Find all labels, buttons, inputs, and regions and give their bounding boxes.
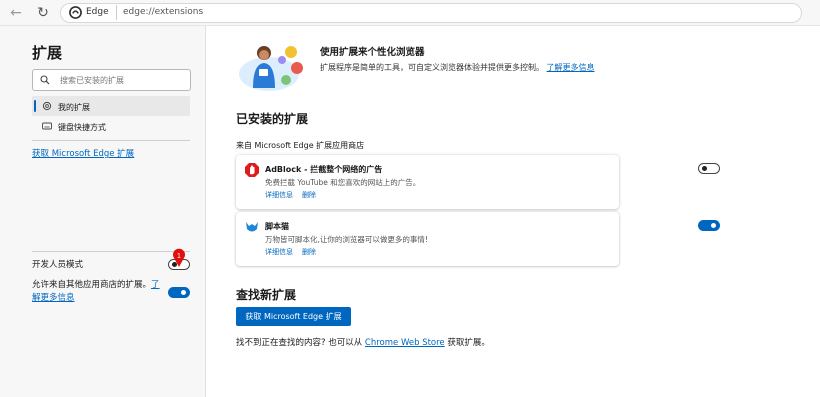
developer-mode-label: 开发人员模式	[32, 260, 84, 270]
sidebar-item-my-extensions[interactable]: 我的扩展	[32, 96, 190, 116]
sidebar: 扩展 搜索已安装的扩展 我的扩展 键盘快捷方式 获取 Microsoft Edg…	[0, 26, 206, 397]
search-input[interactable]: 搜索已安装的扩展	[32, 69, 191, 91]
main-content: 使用扩展来个性化浏览器 扩展程序是简单的工具，可自定义浏览器体验并提供更多控制。…	[206, 26, 820, 397]
back-icon[interactable]: ←	[8, 5, 24, 21]
chrome-web-store-link[interactable]: Chrome Web Store	[365, 338, 445, 348]
extension-name: AdBlock - 拦截整个网络的广告	[265, 165, 383, 174]
hero-title: 使用扩展来个性化浏览器	[320, 47, 425, 58]
extension-name: 脚本猫	[265, 222, 289, 231]
extension-card-scriptcat: 脚本猫 万物皆可脚本化,让你的浏览器可以做更多的事情! 详细信息 删除	[236, 212, 720, 266]
sidebar-divider	[32, 251, 190, 252]
sidebar-divider	[32, 140, 190, 141]
keyboard-icon	[42, 122, 52, 130]
extension-description: 免费拦截 YouTube 和您喜欢的网站上的广告。	[265, 178, 421, 187]
sidebar-item-label: 我的扩展	[58, 103, 90, 112]
marker-pin-icon: 1	[173, 248, 185, 267]
allow-other-stores-text: 允许来自其他应用商店的扩展。了解更多信息	[32, 280, 160, 303]
sidebar-item-label: 键盘快捷方式	[58, 123, 106, 132]
search-icon	[40, 75, 50, 85]
hero-illustration	[239, 46, 303, 91]
gear-icon	[42, 101, 52, 111]
address-site-name: Edge	[86, 7, 109, 17]
hero-description: 扩展程序是简单的工具，可自定义浏览器体验并提供更多控制。 了解更多信息	[320, 63, 595, 72]
scriptcat-icon	[246, 222, 258, 232]
details-link[interactable]: 详细信息	[265, 247, 293, 257]
find-heading: 查找新扩展	[236, 288, 297, 302]
allow-other-stores-toggle[interactable]	[168, 287, 190, 298]
address-bar[interactable]: Edge edge://extensions	[60, 3, 802, 23]
edge-logo-icon	[69, 6, 82, 19]
refresh-icon[interactable]: ↻	[35, 5, 51, 21]
adblock-icon	[245, 163, 259, 177]
remove-link[interactable]: 删除	[302, 190, 316, 200]
sidebar-item-keyboard-shortcuts[interactable]: 键盘快捷方式	[32, 116, 190, 136]
get-extensions-link[interactable]: 获取 Microsoft Edge 扩展	[32, 147, 134, 159]
hero-learn-more-link[interactable]: 了解更多信息	[547, 63, 595, 72]
sidebar-title: 扩展	[32, 44, 63, 62]
extension-toggle[interactable]	[698, 220, 720, 231]
store-source-label: 来自 Microsoft Edge 扩展应用商店	[236, 141, 365, 150]
extension-description: 万物皆可脚本化,让你的浏览器可以做更多的事情!	[265, 235, 428, 244]
marker-number: 1	[177, 253, 181, 260]
search-placeholder: 搜索已安装的扩展	[60, 76, 124, 85]
get-extensions-button[interactable]: 获取 Microsoft Edge 扩展	[236, 307, 351, 326]
address-url[interactable]: edge://extensions	[123, 7, 203, 17]
extension-toggle[interactable]	[698, 163, 720, 174]
remove-link[interactable]: 删除	[302, 247, 316, 257]
details-link[interactable]: 详细信息	[265, 190, 293, 200]
installed-heading: 已安装的扩展	[236, 112, 309, 126]
find-more-text: 找不到正在查找的内容? 也可以从 Chrome Web Store 获取扩展。	[236, 338, 490, 348]
browser-toolbar: ← ↻ Edge edge://extensions	[0, 0, 820, 26]
extension-card-adblock: AdBlock - 拦截整个网络的广告 免费拦截 YouTube 和您喜欢的网站…	[236, 155, 720, 209]
